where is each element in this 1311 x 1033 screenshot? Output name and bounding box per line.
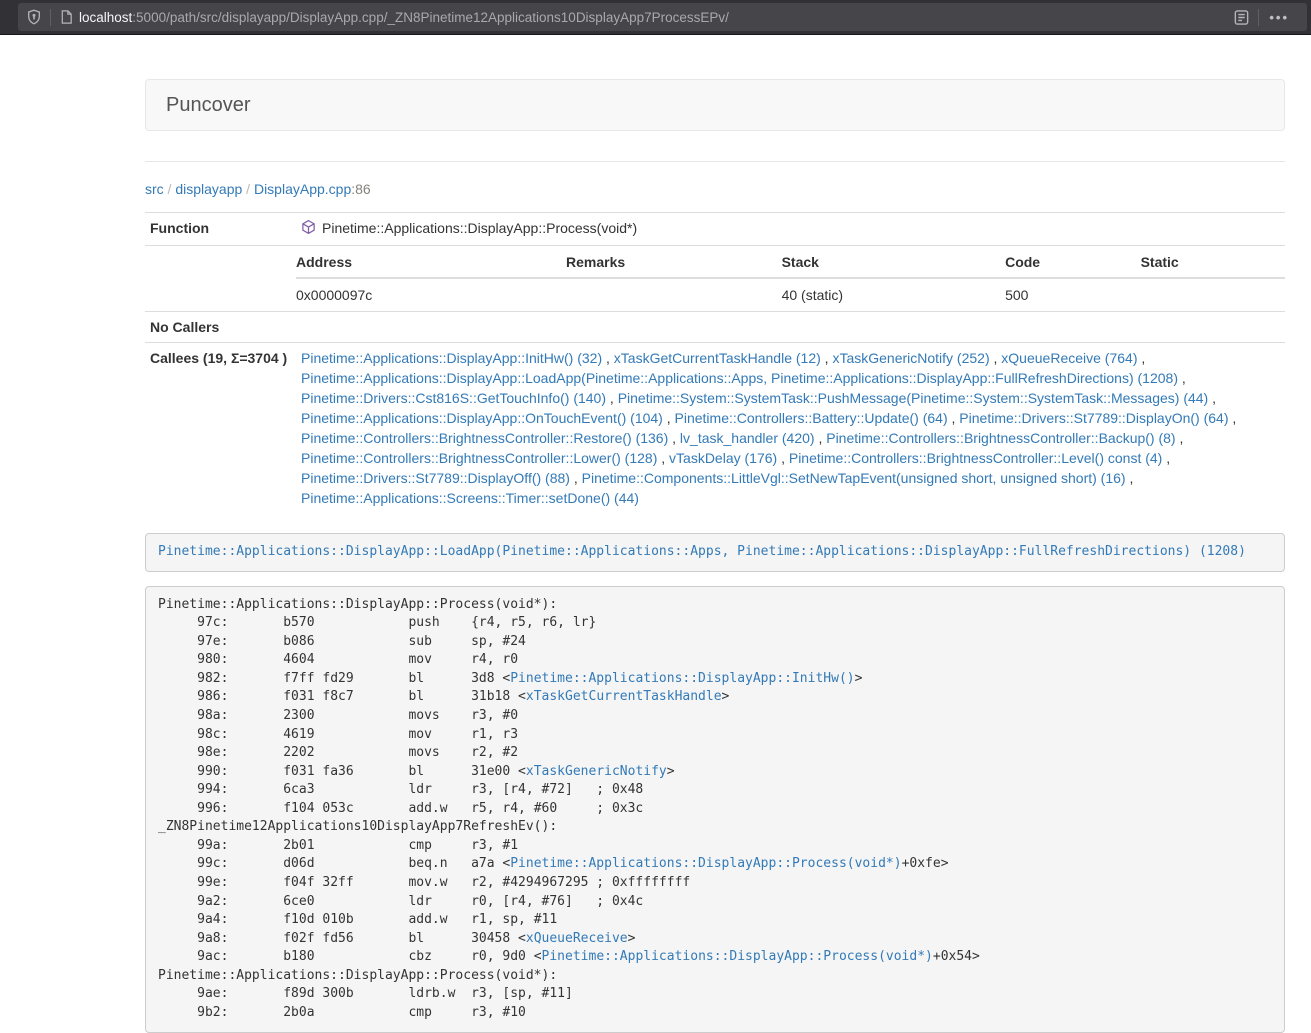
page-icon (59, 9, 74, 25)
assembly-symbol-link[interactable]: Pinetime::Applications::DisplayApp::Proc… (542, 949, 933, 964)
stats-table: Address Remarks Stack Code Static 0x0000… (296, 246, 1285, 311)
assembly-symbol-link[interactable]: xTaskGetCurrentTaskHandle (526, 689, 722, 704)
callee-link[interactable]: Pinetime::Controllers::BrightnessControl… (301, 450, 657, 466)
static-value (1141, 278, 1285, 311)
callee-link[interactable]: xTaskGenericNotify (252) (832, 350, 989, 366)
callers-row: No Callers (145, 312, 1285, 343)
reader-mode-icon[interactable] (1233, 9, 1250, 26)
breadcrumb-link[interactable]: src (145, 181, 164, 197)
page-actions-icon[interactable]: ••• (1269, 10, 1289, 25)
callee-link[interactable]: vTaskDelay (176) (669, 450, 777, 466)
stats-values-row: 0x0000097c 40 (static) 500 (296, 278, 1285, 311)
callees-list: Pinetime::Applications::DisplayApp::Init… (296, 343, 1285, 514)
callee-link[interactable]: Pinetime::Drivers::St7789::DisplayOff() … (301, 470, 570, 486)
function-table: Function Pinetime::Applications::Display… (145, 212, 1285, 513)
url-text[interactable]: localhost:5000/path/src/displayapp/Displ… (79, 10, 729, 25)
address-value: 0x0000097c (296, 278, 566, 311)
col-static: Static (1141, 246, 1285, 278)
callee-link[interactable]: Pinetime::Applications::DisplayApp::Load… (301, 370, 1178, 386)
url-path: :5000/path/src/displayapp/DisplayApp.cpp… (132, 10, 729, 25)
urlbar-divider (1258, 9, 1259, 26)
stats-row: Address Remarks Stack Code Static 0x0000… (145, 246, 1285, 312)
col-code: Code (1005, 246, 1140, 278)
function-row-label: Function (145, 213, 296, 246)
col-remarks: Remarks (566, 246, 782, 278)
callee-link[interactable]: Pinetime::Drivers::Cst816S::GetTouchInfo… (301, 390, 606, 406)
callee-link[interactable]: Pinetime::Controllers::BrightnessControl… (301, 430, 668, 446)
callers-label: No Callers (145, 312, 296, 343)
page-title: Puncover (166, 94, 1264, 116)
callee-link[interactable]: Pinetime::System::SystemTask::PushMessag… (618, 390, 1209, 406)
callee-link[interactable]: lv_task_handler (420) (680, 430, 815, 446)
breadcrumb-separator: / (242, 181, 254, 197)
breadcrumb-separator: / (164, 181, 176, 197)
browser-toolbar: localhost:5000/path/src/displayapp/Displ… (0, 0, 1311, 35)
assembly-symbol-link[interactable]: Pinetime::Applications::DisplayApp::Init… (510, 671, 854, 686)
app-header-panel: Puncover (145, 79, 1285, 131)
stats-header-row: Address Remarks Stack Code Static (296, 246, 1285, 278)
function-name: Pinetime::Applications::DisplayApp::Proc… (322, 220, 637, 236)
url-host: localhost (79, 10, 132, 25)
callee-link[interactable]: Pinetime::Controllers::Battery::Update()… (675, 410, 948, 426)
divider (145, 161, 1285, 162)
page-content: Puncover src / displayapp / DisplayApp.c… (145, 35, 1285, 1033)
highlighted-symbol-box: Pinetime::Applications::DisplayApp::Load… (145, 533, 1285, 572)
shield-icon[interactable] (26, 9, 42, 25)
callees-row: Callees (19, Σ=3704 ) Pinetime::Applicat… (145, 343, 1285, 514)
assembly-symbol-link[interactable]: xTaskGenericNotify (526, 764, 667, 779)
callee-link[interactable]: Pinetime::Components::LittleVgl::SetNewT… (582, 470, 1126, 486)
breadcrumb: src / displayapp / DisplayApp.cpp:86 (145, 179, 1285, 199)
callee-link[interactable]: xTaskGetCurrentTaskHandle (12) (614, 350, 821, 366)
callee-link[interactable]: Pinetime::Applications::DisplayApp::Init… (301, 350, 602, 366)
callee-link[interactable]: Pinetime::Controllers::BrightnessControl… (789, 450, 1162, 466)
col-stack: Stack (782, 246, 1006, 278)
stats-row-label (145, 246, 296, 312)
callees-label: Callees (19, Σ=3704 ) (145, 343, 296, 514)
assembly-symbol-link[interactable]: xQueueReceive (526, 931, 628, 946)
breadcrumb-link[interactable]: DisplayApp.cpp (254, 181, 351, 197)
callee-link[interactable]: Pinetime::Applications::Screens::Timer::… (301, 490, 639, 506)
breadcrumb-link[interactable]: displayapp (175, 181, 242, 197)
callee-link[interactable]: Pinetime::Drivers::St7789::DisplayOn() (… (959, 410, 1228, 426)
stack-value: 40 (static) (782, 278, 1006, 311)
remarks-value (566, 278, 782, 311)
callee-link[interactable]: Pinetime::Applications::DisplayApp::OnTo… (301, 410, 663, 426)
assembly-code: Pinetime::Applications::DisplayApp::Proc… (145, 586, 1285, 1033)
breadcrumb-line-number: :86 (351, 181, 370, 197)
col-address: Address (296, 246, 566, 278)
highlighted-symbol-link[interactable]: Pinetime::Applications::DisplayApp::Load… (158, 544, 1246, 559)
address-bar[interactable]: localhost:5000/path/src/displayapp/Displ… (18, 3, 1307, 31)
callee-link[interactable]: Pinetime::Controllers::BrightnessControl… (826, 430, 1175, 446)
function-row: Function Pinetime::Applications::Display… (145, 213, 1285, 246)
assembly-symbol-link[interactable]: Pinetime::Applications::DisplayApp::Proc… (510, 856, 901, 871)
urlbar-divider (50, 9, 51, 26)
package-icon (301, 219, 316, 240)
code-value: 500 (1005, 278, 1140, 311)
callee-link[interactable]: xQueueReceive (764) (1001, 350, 1137, 366)
